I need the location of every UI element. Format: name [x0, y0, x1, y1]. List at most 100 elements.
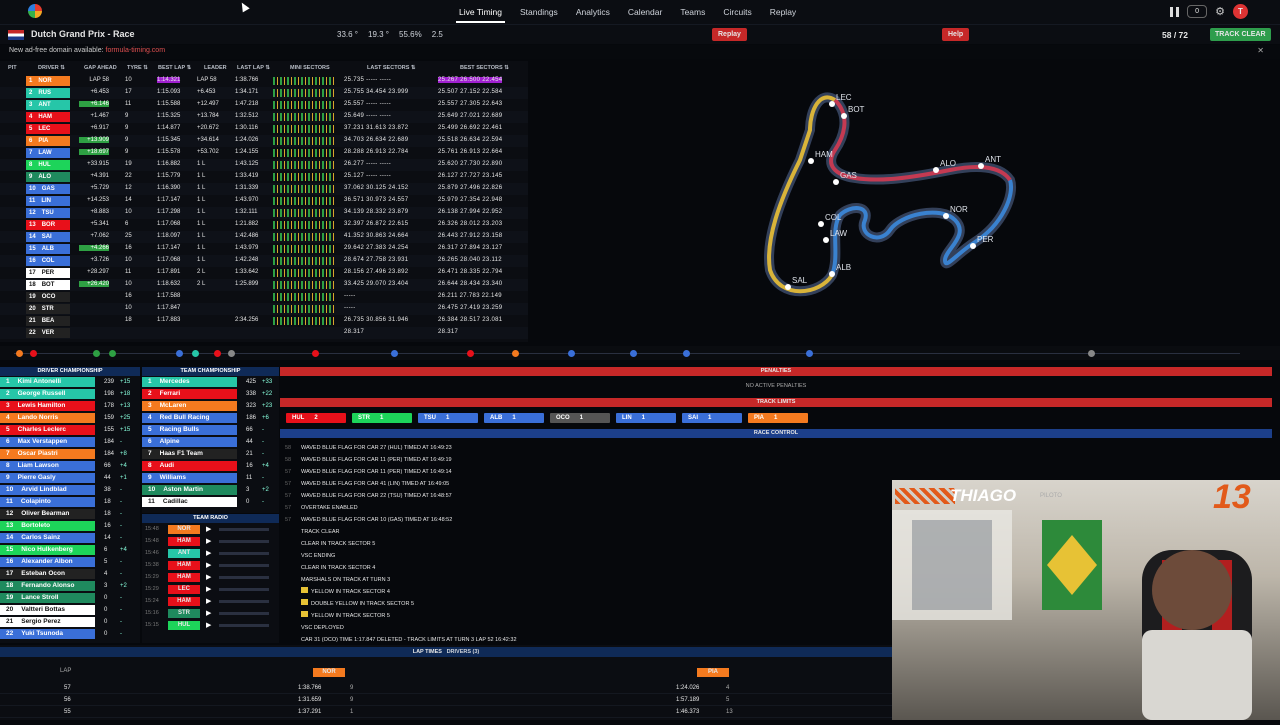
- driver-position-badge[interactable]: 13 BOR: [26, 220, 70, 230]
- team-radio-row[interactable]: 15:38 HAM ▶: [142, 559, 279, 571]
- track-limit-chip-alb[interactable]: ALB 1: [484, 413, 544, 423]
- driver-standing-row[interactable]: 7 Oscar Piastri 184 +8: [0, 448, 140, 460]
- team-radio-row[interactable]: 15:48 HAM ▶: [142, 535, 279, 547]
- team-radio-row[interactable]: 15:48 NOR ▶: [142, 523, 279, 535]
- track-limit-chip-str[interactable]: STR 1: [352, 413, 412, 423]
- timeline-car-dot[interactable]: [30, 350, 37, 357]
- driver-standing-row[interactable]: 22 Yuki Tsunoda 0 -: [0, 628, 140, 640]
- team-standing-row[interactable]: 8 Audi 16 +4: [142, 460, 279, 472]
- driver-standing-row[interactable]: 12 Oliver Bearman 18 -: [0, 508, 140, 520]
- team-radio-row[interactable]: 15:29 HAM ▶: [142, 571, 279, 583]
- close-icon[interactable]: ✕: [1257, 46, 1264, 55]
- nav-item-live-timing[interactable]: Live Timing: [450, 0, 511, 24]
- timing-row[interactable]: 18 BOT +26.420 10 1:18.632 2 L 1:25.899 33.425 …: [0, 279, 528, 291]
- driver-standing-row[interactable]: 1 Kimi Antonelli 239 +15: [0, 376, 140, 388]
- notification-badge[interactable]: 0: [1187, 5, 1208, 18]
- driver-position-badge[interactable]: 10 GAS: [26, 184, 70, 194]
- race-timeline[interactable]: [0, 346, 1280, 360]
- timing-row[interactable]: 21 BEA 18 1:17.883 2:34.256 26.735 30.856 31.…: [0, 315, 528, 327]
- driver-position-badge[interactable]: 2 RUS: [26, 88, 70, 98]
- nav-item-calendar[interactable]: Calendar: [619, 0, 672, 24]
- help-button[interactable]: Help: [942, 28, 970, 41]
- timing-row[interactable]: 6 PIA +13.909 9 1:15.345 +34.614 1:24.026 34.70…: [0, 135, 528, 147]
- timeline-car-dot[interactable]: [192, 350, 199, 357]
- timeline-car-dot[interactable]: [512, 350, 519, 357]
- driver-position-badge[interactable]: 9 ALO: [26, 172, 70, 182]
- driver-standing-row[interactable]: 15 Nico Hulkenberg 6 +4: [0, 544, 140, 556]
- nav-item-standings[interactable]: Standings: [511, 0, 567, 24]
- timing-row[interactable]: 16 COL +3.726 10 1:17.068 1 L 1:42.248 28.674 2…: [0, 255, 528, 267]
- driver-position-badge[interactable]: 6 PIA: [26, 136, 70, 146]
- timeline-car-dot[interactable]: [93, 350, 100, 357]
- team-radio-row[interactable]: 15:29 LEC ▶: [142, 583, 279, 595]
- timing-row[interactable]: 7 LAW +18.697 9 1:15.578 +53.702 1:24.155 28.28…: [0, 147, 528, 159]
- play-icon[interactable]: ▶: [206, 609, 211, 617]
- driver-standing-row[interactable]: 2 George Russell 198 +18: [0, 388, 140, 400]
- driver-position-badge[interactable]: 21 BEA: [26, 316, 70, 326]
- timeline-car-dot[interactable]: [176, 350, 183, 357]
- team-standing-row[interactable]: 5 Racing Bulls 66 -: [142, 424, 279, 436]
- play-icon[interactable]: ▶: [206, 549, 211, 557]
- nav-item-circuits[interactable]: Circuits: [714, 0, 760, 24]
- drivers-selector[interactable]: DRIVERS (3): [447, 649, 480, 655]
- timing-header-0[interactable]: PIT: [8, 65, 17, 71]
- driver-position-badge[interactable]: 19 OCO: [26, 292, 70, 302]
- driver-position-badge[interactable]: 8 HUL: [26, 160, 70, 170]
- timeline-car-dot[interactable]: [228, 350, 235, 357]
- track-limit-chip-oco[interactable]: OCO 1: [550, 413, 610, 423]
- nav-item-teams[interactable]: Teams: [671, 0, 714, 24]
- timeline-car-dot[interactable]: [1088, 350, 1095, 357]
- app-logo-icon[interactable]: [28, 4, 42, 18]
- timing-header-8[interactable]: LAST SECTORS ⇅: [367, 65, 416, 71]
- timing-row[interactable]: 13 BOR +5.341 6 1:17.068 1 L 1:21.882 32.397 26…: [0, 219, 528, 231]
- team-standing-row[interactable]: 9 Williams 11 -: [142, 472, 279, 484]
- timing-header-1[interactable]: DRIVER ⇅: [38, 65, 65, 71]
- play-icon[interactable]: ▶: [206, 537, 211, 545]
- timing-row[interactable]: 12 TSU +8.883 10 1:17.298 1 L 1:32.111 34.139 2…: [0, 207, 528, 219]
- timing-row[interactable]: 15 ALB +4.266 16 1:17.147 1 L 1:43.979 29.642 2…: [0, 243, 528, 255]
- pause-icon[interactable]: [1170, 6, 1180, 17]
- nav-item-analytics[interactable]: Analytics: [567, 0, 619, 24]
- timeline-car-dot[interactable]: [16, 350, 23, 357]
- driver-standing-row[interactable]: 13 Bortoleto 16 -: [0, 520, 140, 532]
- track-limit-chip-sai[interactable]: SAI 1: [682, 413, 742, 423]
- play-icon[interactable]: ▶: [206, 573, 211, 581]
- driver-standing-row[interactable]: 20 Valtteri Bottas 0 -: [0, 604, 140, 616]
- driver-standing-row[interactable]: 18 Fernando Alonso 3 +2: [0, 580, 140, 592]
- timing-row[interactable]: 9 ALO +4.391 22 1:15.779 1 L 1:33.419 25.127 --…: [0, 171, 528, 183]
- driver-position-badge[interactable]: 17 PER: [26, 268, 70, 278]
- timing-row[interactable]: 2 RUS +6.453 17 1:15.093 +6.453 1:34.171 25.755…: [0, 87, 528, 99]
- driver-position-badge[interactable]: 5 LEC: [26, 124, 70, 134]
- driver-position-badge[interactable]: 1 NOR: [26, 76, 70, 86]
- timeline-car-dot[interactable]: [683, 350, 690, 357]
- track-limit-chip-lin[interactable]: LIN 1: [616, 413, 676, 423]
- timing-row[interactable]: 4 HAM +1.467 9 1:15.325 +13.784 1:32.512 25.649…: [0, 111, 528, 123]
- timing-row[interactable]: 3 ANT +6.146 11 1:15.588 +12.497 1:47.218 25.55…: [0, 99, 528, 111]
- team-radio-row[interactable]: 15:24 HAM ▶: [142, 595, 279, 607]
- play-icon[interactable]: ▶: [206, 585, 211, 593]
- team-standing-row[interactable]: 4 Red Bull Racing 186 +6: [142, 412, 279, 424]
- track-limit-chip-pia[interactable]: PIA 1: [748, 413, 808, 423]
- replay-button[interactable]: Replay: [712, 28, 747, 41]
- play-icon[interactable]: ▶: [206, 597, 211, 605]
- timing-header-3[interactable]: TYRE ⇅: [127, 65, 148, 71]
- timing-row[interactable]: 11 LIN +14.253 14 1:17.147 1 L 1:43.970 36.571 …: [0, 195, 528, 207]
- timing-row[interactable]: 17 PER +28.297 11 1:17.891 2 L 1:33.642 28.156 …: [0, 267, 528, 279]
- driver-standing-row[interactable]: 6 Max Verstappen 184-: [0, 436, 140, 448]
- driver-position-badge[interactable]: 7 LAW: [26, 148, 70, 158]
- driver-position-badge[interactable]: 22 VER: [26, 328, 70, 338]
- timing-header-4[interactable]: BEST LAP ⇅: [158, 65, 191, 71]
- track-limit-chip-tsu[interactable]: TSU 1: [418, 413, 478, 423]
- track-limit-chip-hul[interactable]: HUL 2: [286, 413, 346, 423]
- driver-position-badge[interactable]: 20 STR: [26, 304, 70, 314]
- driver-position-badge[interactable]: 16 COL: [26, 256, 70, 266]
- timeline-car-dot[interactable]: [630, 350, 637, 357]
- driver-position-badge[interactable]: 11 LIN: [26, 196, 70, 206]
- timeline-car-dot[interactable]: [467, 350, 474, 357]
- timing-row[interactable]: 14 SAI +7.062 25 1:18.097 1 L 1:42.486 41.352 3…: [0, 231, 528, 243]
- driver-position-badge[interactable]: 3 ANT: [26, 100, 70, 110]
- driver-position-badge[interactable]: 4 HAM: [26, 112, 70, 122]
- driver-standing-row[interactable]: 5 Charles Leclerc 155 +15: [0, 424, 140, 436]
- team-radio-row[interactable]: 15:15 HUL ▶: [142, 619, 279, 631]
- driver-position-badge[interactable]: 12 TSU: [26, 208, 70, 218]
